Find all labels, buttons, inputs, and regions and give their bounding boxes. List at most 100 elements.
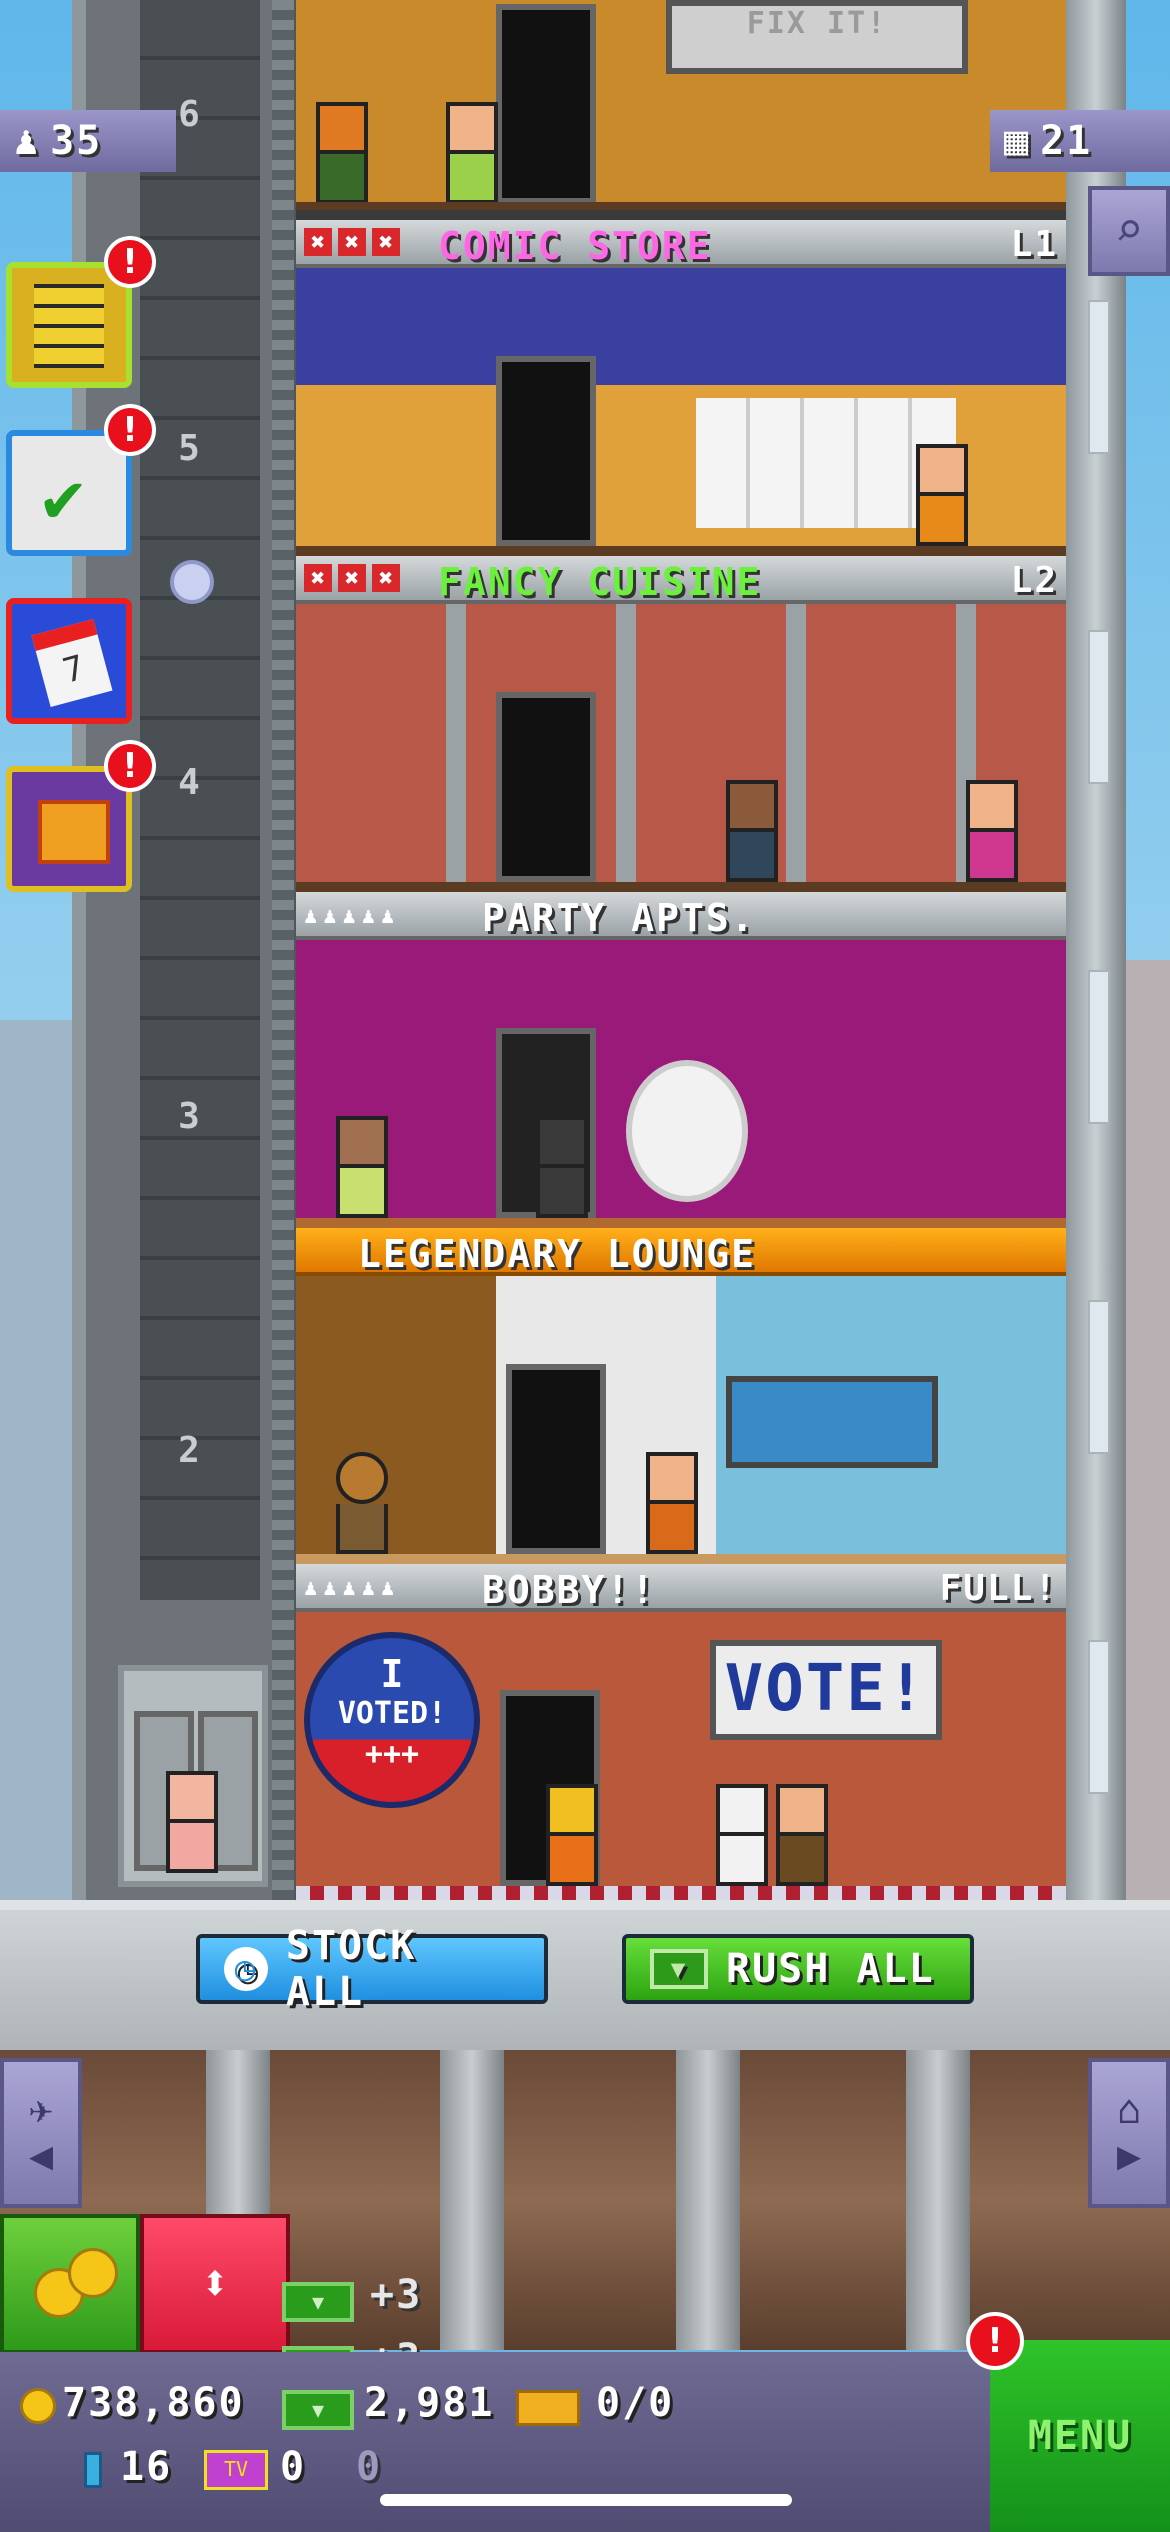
bitizen[interactable] (966, 780, 1018, 882)
bitizen[interactable] (336, 1116, 388, 1218)
elevator-rail (272, 0, 294, 1900)
airport-nav-button[interactable]: ✈ ◀ (0, 2058, 82, 2208)
home-nav-button[interactable]: ⌂ ▶ (1088, 2058, 1170, 2208)
elevator-car[interactable] (118, 1665, 268, 1887)
floor-name: LEGENDARY LOUNGE (358, 1232, 757, 1276)
bitizen[interactable] (316, 102, 368, 204)
person-icon: ♟ (14, 118, 41, 164)
shaft-floor-number: 3 (178, 1096, 202, 1137)
floor-banner: ♟♟♟♟♟ BOBBY!! FULL! (296, 1564, 1066, 1612)
floor-banner: ✖ ✖ ✖ FANCY CUISINE L2 (296, 556, 1066, 604)
bitizen[interactable] (726, 780, 778, 882)
extra-value: 0 (356, 2444, 383, 2490)
floor-status: FULL! (939, 1568, 1058, 1609)
city-building-left (0, 1020, 80, 1900)
calendar-button[interactable]: 7 (6, 598, 132, 724)
egg-chair (626, 1060, 748, 1202)
energy-icon (84, 2452, 102, 2488)
bitizen[interactable] (776, 1784, 828, 1886)
floor-name: FANCY CUISINE (438, 560, 762, 604)
floating-reward: +3 (370, 2272, 423, 2318)
floor-name: PARTY APTS. (482, 896, 756, 940)
alert-badge: ! (104, 740, 156, 792)
tv-value[interactable]: 0 (280, 2444, 306, 2490)
cash-reward-icon: ▼ (282, 2282, 354, 2322)
bitizen[interactable] (336, 1452, 388, 1554)
bitizen[interactable] (536, 1116, 588, 1218)
up-down-arrow-icon: ⬍ (199, 2254, 231, 2312)
tv-icon: TV (204, 2450, 268, 2490)
bitizen[interactable] (446, 102, 498, 204)
floor-banner: LEGENDARY LOUNGE (296, 1228, 1066, 1276)
stock-all-button[interactable]: ◷ STOCK ALL (196, 1923, 548, 2015)
alert-badge: ! (104, 404, 156, 456)
floor-banner: ♟♟♟♟♟ PARTY APTS. (296, 892, 1066, 940)
city-building-right (1120, 960, 1170, 1900)
shaft-floor-number: 4 (178, 762, 202, 803)
search-icon: ⌕ (1114, 202, 1144, 258)
coins-collect-button[interactable] (0, 2214, 140, 2354)
floor-top[interactable]: FIX IT! (296, 0, 1066, 220)
stock-all-label: STOCK ALL (285, 1923, 417, 2015)
fix-it-sign: FIX IT! (666, 0, 968, 74)
floor-count-value: 21 (1040, 118, 1093, 164)
coin-icon (20, 2388, 56, 2424)
badge-line1: I (380, 1652, 404, 1696)
floor-banner: ✖ ✖ ✖ COMIC STORE L1 (296, 220, 1066, 268)
home-icon: ⌂ (1116, 2087, 1142, 2133)
rush-all-label: RUSH ALL (726, 1946, 935, 1992)
menu-button[interactable]: MENU (990, 2340, 1170, 2532)
floor-party-apts[interactable]: ♟♟♟♟♟ PARTY APTS. (296, 892, 1066, 1232)
badge-line3: +++ (364, 1737, 420, 1772)
gold-ticket-icon (516, 2390, 580, 2426)
floor-level: L2 (1010, 560, 1058, 601)
population-value: 35 (50, 118, 103, 164)
floor-level: L1 (1010, 224, 1058, 265)
bitizen[interactable] (546, 1784, 598, 1886)
bitizen[interactable] (646, 1452, 698, 1554)
elevator-up-down-button[interactable]: ⬍ (140, 2214, 290, 2354)
aquarium (726, 1376, 938, 1468)
badge-line2: VOTED! (337, 1696, 447, 1731)
lobby-pillar (676, 2050, 740, 2350)
rush-all-button[interactable]: ▼ RUSH ALL (622, 1934, 974, 2004)
population-counter[interactable]: ♟ 35 (0, 110, 176, 172)
elevator-rider (166, 1771, 218, 1873)
bitizen[interactable] (716, 1784, 768, 1886)
floor-bobby[interactable]: ♟♟♟♟♟ BOBBY!! FULL! I VOTED! +++ VOTE! (296, 1564, 1066, 1900)
tower-right-frame (1066, 0, 1126, 1900)
clock-icon: ◷ (224, 1947, 268, 1991)
energy-value[interactable]: 16 (120, 2444, 172, 2490)
floor-name: COMIC STORE (438, 224, 712, 268)
coins-value[interactable]: 738,860 (62, 2380, 245, 2426)
lobby-pillar (906, 2050, 970, 2350)
home-indicator[interactable] (380, 2494, 792, 2506)
lobby-pillar (440, 2050, 504, 2350)
floor-counter[interactable]: ▦ 21 (990, 110, 1170, 172)
search-button[interactable]: ⌕ (1088, 186, 1170, 276)
menu-alert-badge: ! (966, 2312, 1024, 2370)
shaft-floor-number: 5 (178, 428, 202, 469)
vote-sign: VOTE! (710, 1640, 942, 1740)
bux-value[interactable]: 2,981 (364, 2380, 494, 2426)
floor-comic-store[interactable]: ✖ ✖ ✖ COMIC STORE L1 (296, 220, 1066, 560)
tickets-value[interactable]: 0/0 (596, 2380, 674, 2426)
calendar-icon: 7 (31, 618, 113, 708)
shaft-floor-number: 2 (178, 1430, 202, 1471)
cash-icon: ▼ (650, 1949, 708, 1989)
bux-icon: ▼ (282, 2390, 354, 2430)
bitizen[interactable] (916, 444, 968, 546)
coin-icon (68, 2248, 118, 2298)
checkmark-icon: ✔ (42, 456, 85, 538)
gift-icon (38, 800, 110, 864)
action-shelf (0, 1900, 1170, 2050)
building-icon (34, 284, 104, 368)
i-voted-badge: I VOTED! +++ (304, 1632, 480, 1808)
floor-fancy-cuisine[interactable]: ✖ ✖ ✖ FANCY CUISINE L2 (296, 556, 1066, 896)
airplane-icon: ✈ (28, 2087, 54, 2133)
arrow-right-icon: ▶ (1116, 2133, 1142, 2179)
alert-badge: ! (104, 236, 156, 288)
vip-marker-icon[interactable] (170, 560, 214, 604)
arrow-left-icon: ◀ (28, 2133, 54, 2179)
floor-legendary-lounge[interactable]: LEGENDARY LOUNGE (296, 1228, 1066, 1568)
